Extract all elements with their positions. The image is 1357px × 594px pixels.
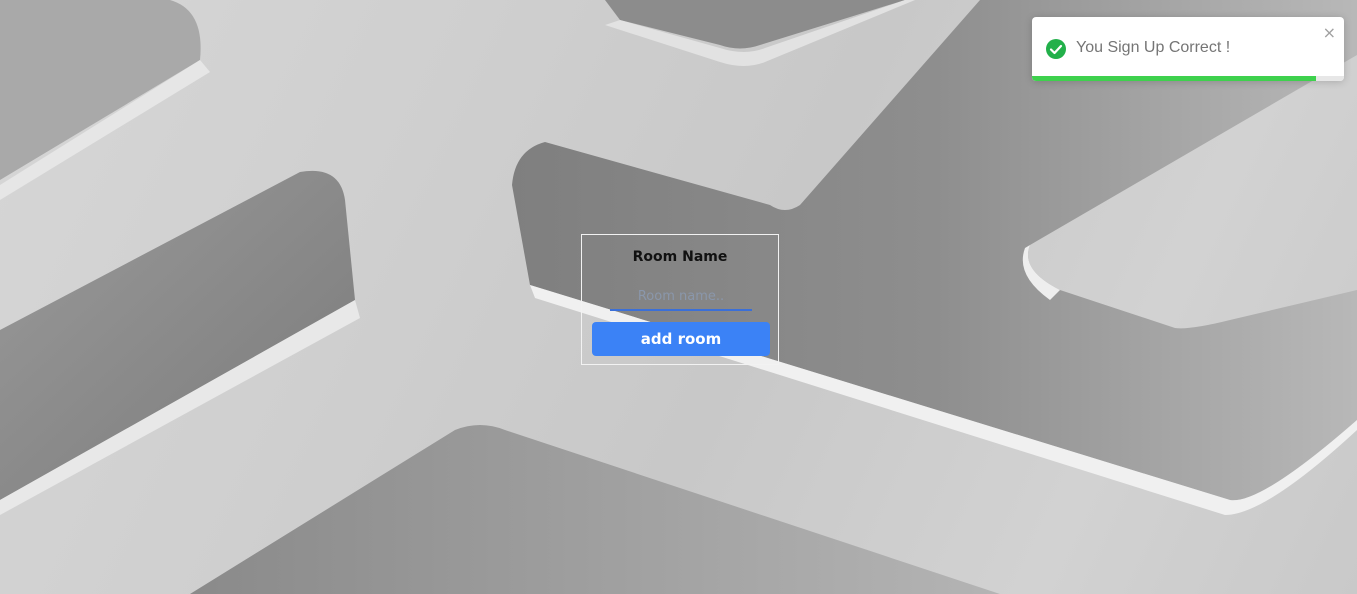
close-icon[interactable]: × xyxy=(1323,23,1336,43)
toast-message: You Sign Up Correct ! xyxy=(1076,39,1231,56)
add-room-button[interactable]: add room xyxy=(592,322,770,356)
app-page: Room Name add room You Sign Up Correct !… xyxy=(0,0,1357,594)
toast-progress-bar xyxy=(1032,76,1344,81)
toast-progress-fill xyxy=(1032,76,1316,81)
success-toast: You Sign Up Correct ! × xyxy=(1032,17,1344,81)
add-room-form: Room Name add room xyxy=(581,234,779,365)
room-name-input[interactable] xyxy=(610,283,752,311)
form-title: Room Name xyxy=(632,249,728,265)
check-circle-icon xyxy=(1046,39,1066,59)
